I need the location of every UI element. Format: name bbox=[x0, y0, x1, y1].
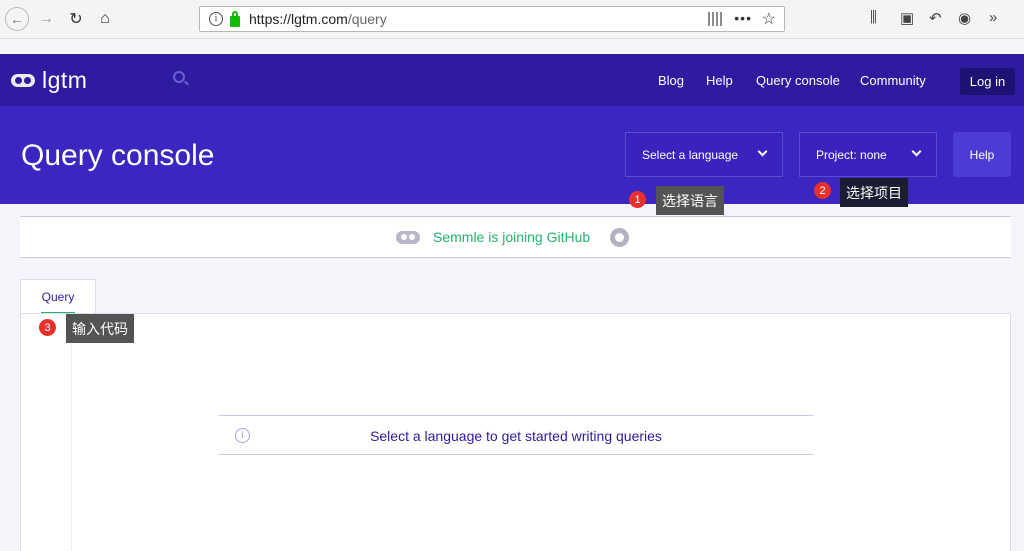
login-button[interactable]: Log in bbox=[960, 68, 1015, 95]
github-icon[interactable] bbox=[610, 228, 629, 247]
reload-icon[interactable]: ↻ bbox=[64, 7, 88, 31]
nav-query-console[interactable]: Query console bbox=[756, 73, 840, 88]
nav-blog[interactable]: Blog bbox=[658, 73, 684, 88]
chevron-down-icon bbox=[911, 146, 922, 157]
site-header: lgtm Blog Help Query console Community bbox=[0, 54, 1024, 106]
annotation-tip-1: 选择语言 bbox=[656, 186, 724, 215]
tab-query[interactable]: Query bbox=[20, 279, 96, 314]
query-editor[interactable]: i Select a language to get started writi… bbox=[20, 313, 1011, 551]
language-dropdown[interactable]: Select a language bbox=[625, 132, 783, 177]
annotation-tip-2: 选择项目 bbox=[840, 178, 908, 207]
line-number-gutter bbox=[71, 314, 72, 551]
chevron-down-icon bbox=[757, 146, 768, 157]
project-dropdown[interactable]: Project: none bbox=[799, 132, 937, 177]
notice-text: Select a language to get started writing… bbox=[370, 428, 662, 444]
nav-help[interactable]: Help bbox=[706, 73, 733, 88]
home-icon[interactable]: ⌂ bbox=[93, 7, 117, 31]
qr-code-icon[interactable] bbox=[708, 12, 722, 26]
url-text[interactable]: https://lgtm.com/query bbox=[249, 11, 387, 27]
annotation-marker-1: 1 bbox=[629, 191, 646, 208]
browser-toolbar: ← → ↻ ⌂ i https://lgtm.com/query ••• ☆ ⫼… bbox=[0, 0, 1024, 39]
annotation-marker-2: 2 bbox=[814, 182, 831, 199]
language-dropdown-label: Select a language bbox=[642, 147, 739, 162]
more-icon[interactable]: ••• bbox=[734, 10, 752, 26]
announcement-link[interactable]: Semmle is joining GitHub bbox=[433, 229, 590, 245]
language-notice: i Select a language to get started writi… bbox=[219, 415, 813, 455]
sidebar-icon[interactable]: ▣ bbox=[900, 9, 914, 27]
annotation-tip-3: 输入代码 bbox=[66, 314, 134, 343]
lgtm-logo[interactable]: lgtm bbox=[11, 67, 87, 94]
owl-eyes-icon bbox=[11, 74, 35, 87]
help-button[interactable]: Help bbox=[953, 132, 1011, 177]
info-icon[interactable]: i bbox=[209, 12, 223, 26]
lock-icon bbox=[230, 10, 240, 27]
forward-icon[interactable]: → bbox=[34, 7, 58, 31]
logo-text: lgtm bbox=[42, 67, 88, 93]
project-dropdown-label: Project: none bbox=[816, 147, 887, 162]
account-icon[interactable]: ◉ bbox=[958, 9, 971, 27]
undo-icon[interactable]: ↶ bbox=[929, 9, 942, 27]
search-icon[interactable] bbox=[173, 71, 185, 83]
url-bar[interactable]: i https://lgtm.com/query ••• ☆ bbox=[199, 6, 785, 32]
annotation-marker-3: 3 bbox=[39, 319, 56, 336]
bookmark-star-icon[interactable]: ☆ bbox=[762, 9, 776, 29]
library-icon[interactable]: ⫼ bbox=[870, 9, 877, 26]
page-title: Query console bbox=[21, 139, 215, 172]
back-icon[interactable]: ← bbox=[5, 7, 29, 31]
semmle-logo-icon bbox=[396, 231, 420, 244]
announcement-banner: Semmle is joining GitHub bbox=[20, 216, 1011, 258]
overflow-icon[interactable]: » bbox=[989, 9, 997, 26]
nav-community[interactable]: Community bbox=[860, 73, 926, 88]
